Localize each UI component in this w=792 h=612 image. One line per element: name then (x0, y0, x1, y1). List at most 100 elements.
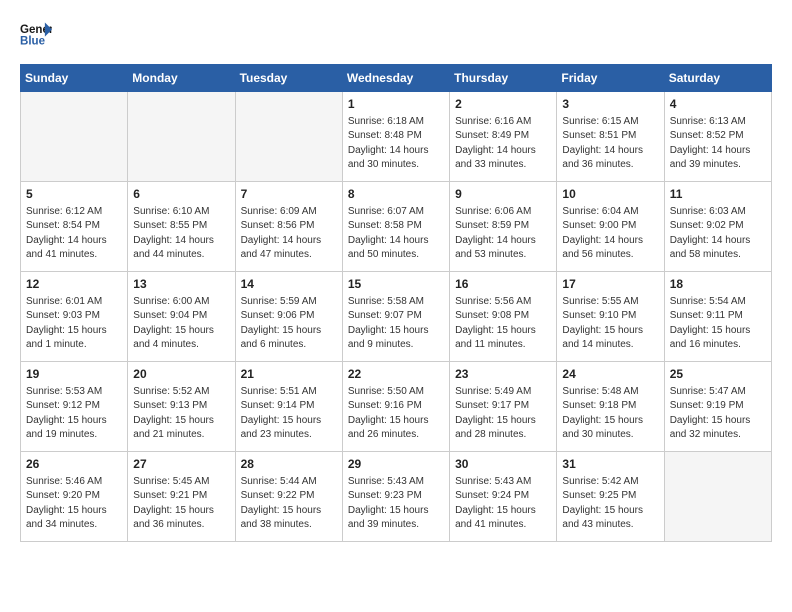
calendar-cell: 20 Sunrise: 5:52 AMSunset: 9:13 PMDayligh… (128, 362, 235, 452)
cell-text: Sunrise: 5:47 AMSunset: 9:19 PMDaylight:… (670, 385, 766, 443)
day-header: Sunday (21, 65, 128, 92)
calendar-week-row: 1 Sunrise: 6:18 AMSunset: 8:48 PMDaylight… (21, 92, 772, 182)
cell-text: Sunrise: 5:55 AMSunset: 9:10 PMDaylight:… (562, 295, 658, 353)
day-number: 14 (241, 276, 337, 293)
day-number: 7 (241, 186, 337, 203)
calendar-cell (664, 452, 771, 542)
cell-text: Sunrise: 6:16 AMSunset: 8:49 PMDaylight:… (455, 115, 551, 173)
calendar-cell: 8Sunrise: 6:07 AMSunset: 8:58 PMDaylight… (342, 182, 449, 272)
day-number: 3 (562, 96, 658, 113)
cell-text: Sunrise: 6:03 AMSunset: 9:02 PMDaylight:… (670, 205, 766, 263)
day-number: 21 (241, 366, 337, 383)
day-number: 27 (133, 456, 229, 473)
calendar-week-row: 19 Sunrise: 5:53 AMSunset: 9:12 PMDayligh… (21, 362, 772, 452)
day-number: 20 (133, 366, 229, 383)
calendar-cell (235, 92, 342, 182)
day-header: Monday (128, 65, 235, 92)
cell-text: Sunrise: 5:50 AMSunset: 9:16 PMDaylight:… (348, 385, 444, 443)
calendar-cell: 14 Sunrise: 5:59 AMSunset: 9:06 PMDayligh… (235, 272, 342, 362)
calendar-cell (128, 92, 235, 182)
cell-text: Sunrise: 5:54 AMSunset: 9:11 PMDaylight:… (670, 295, 766, 353)
cell-text: Sunrise: 5:53 AMSunset: 9:12 PMDaylight:… (26, 385, 122, 443)
day-number: 18 (670, 276, 766, 293)
cell-text: Sunrise: 5:43 AMSunset: 9:24 PMDaylight:… (455, 475, 551, 533)
cell-text: Sunrise: 5:42 AMSunset: 9:25 PMDaylight:… (562, 475, 658, 533)
day-number: 22 (348, 366, 444, 383)
day-number: 26 (26, 456, 122, 473)
day-number: 9 (455, 186, 551, 203)
calendar-cell: 30 Sunrise: 5:43 AMSunset: 9:24 PMDayligh… (450, 452, 557, 542)
cell-text: Sunrise: 6:01 AMSunset: 9:03 PMDaylight:… (26, 295, 122, 353)
cell-text: Sunrise: 5:56 AMSunset: 9:08 PMDaylight:… (455, 295, 551, 353)
calendar-cell: 17 Sunrise: 5:55 AMSunset: 9:10 PMDayligh… (557, 272, 664, 362)
day-number: 5 (26, 186, 122, 203)
calendar-cell: 23 Sunrise: 5:49 AMSunset: 9:17 PMDayligh… (450, 362, 557, 452)
calendar-cell: 21 Sunrise: 5:51 AMSunset: 9:14 PMDayligh… (235, 362, 342, 452)
calendar-cell: 19 Sunrise: 5:53 AMSunset: 9:12 PMDayligh… (21, 362, 128, 452)
cell-text: Sunrise: 6:06 AMSunset: 8:59 PMDaylight:… (455, 205, 551, 263)
calendar-cell: 29 Sunrise: 5:43 AMSunset: 9:23 PMDayligh… (342, 452, 449, 542)
day-number: 2 (455, 96, 551, 113)
page-header: General Blue (20, 20, 772, 48)
cell-text: Sunrise: 6:04 AMSunset: 9:00 PMDaylight:… (562, 205, 658, 263)
cell-text: Sunrise: 5:52 AMSunset: 9:13 PMDaylight:… (133, 385, 229, 443)
cell-text: Sunrise: 5:51 AMSunset: 9:14 PMDaylight:… (241, 385, 337, 443)
day-number: 6 (133, 186, 229, 203)
calendar-cell: 31 Sunrise: 5:42 AMSunset: 9:25 PMDayligh… (557, 452, 664, 542)
calendar-cell: 5 Sunrise: 6:12 AMSunset: 8:54 PMDaylight… (21, 182, 128, 272)
day-number: 30 (455, 456, 551, 473)
day-number: 25 (670, 366, 766, 383)
calendar-cell: 3 Sunrise: 6:15 AMSunset: 8:51 PMDaylight… (557, 92, 664, 182)
cell-text: Sunrise: 6:07 AMSunset: 8:58 PMDaylight:… (348, 205, 444, 263)
calendar-week-row: 26 Sunrise: 5:46 AMSunset: 9:20 PMDayligh… (21, 452, 772, 542)
calendar-cell (21, 92, 128, 182)
calendar-cell: 4 Sunrise: 6:13 AMSunset: 8:52 PMDaylight… (664, 92, 771, 182)
day-header: Wednesday (342, 65, 449, 92)
day-number: 1 (348, 96, 444, 113)
day-number: 31 (562, 456, 658, 473)
day-number: 4 (670, 96, 766, 113)
logo: General Blue (20, 20, 52, 48)
svg-text:Blue: Blue (20, 36, 46, 48)
calendar-header-row: SundayMondayTuesdayWednesdayThursdayFrid… (21, 65, 772, 92)
cell-text: Sunrise: 6:12 AMSunset: 8:54 PMDaylight:… (26, 205, 122, 263)
cell-text: Sunrise: 6:18 AMSunset: 8:48 PMDaylight:… (348, 115, 444, 173)
day-number: 29 (348, 456, 444, 473)
cell-text: Sunrise: 5:49 AMSunset: 9:17 PMDaylight:… (455, 385, 551, 443)
calendar-week-row: 12Sunrise: 6:01 AMSunset: 9:03 PMDayligh… (21, 272, 772, 362)
day-header: Saturday (664, 65, 771, 92)
day-number: 10 (562, 186, 658, 203)
cell-text: Sunrise: 5:46 AMSunset: 9:20 PMDaylight:… (26, 475, 122, 533)
day-number: 19 (26, 366, 122, 383)
cell-text: Sunrise: 5:58 AMSunset: 9:07 PMDaylight:… (348, 295, 444, 353)
cell-text: Sunrise: 6:13 AMSunset: 8:52 PMDaylight:… (670, 115, 766, 173)
cell-text: Sunrise: 6:10 AMSunset: 8:55 PMDaylight:… (133, 205, 229, 263)
day-header: Thursday (450, 65, 557, 92)
cell-text: Sunrise: 5:44 AMSunset: 9:22 PMDaylight:… (241, 475, 337, 533)
calendar-cell: 2 Sunrise: 6:16 AMSunset: 8:49 PMDaylight… (450, 92, 557, 182)
day-number: 13 (133, 276, 229, 293)
cell-text: Sunrise: 5:43 AMSunset: 9:23 PMDaylight:… (348, 475, 444, 533)
calendar-cell: 25 Sunrise: 5:47 AMSunset: 9:19 PMDayligh… (664, 362, 771, 452)
calendar-cell: 10 Sunrise: 6:04 AMSunset: 9:00 PMDayligh… (557, 182, 664, 272)
day-number: 11 (670, 186, 766, 203)
calendar-cell: 11 Sunrise: 6:03 AMSunset: 9:02 PMDayligh… (664, 182, 771, 272)
day-number: 23 (455, 366, 551, 383)
calendar-cell: 7Sunrise: 6:09 AMSunset: 8:56 PMDaylight… (235, 182, 342, 272)
logo-icon: General Blue (20, 20, 52, 48)
calendar-cell: 24Sunrise: 5:48 AMSunset: 9:18 PMDayligh… (557, 362, 664, 452)
calendar-cell: 6 Sunrise: 6:10 AMSunset: 8:55 PMDaylight… (128, 182, 235, 272)
calendar-cell: 9 Sunrise: 6:06 AMSunset: 8:59 PMDaylight… (450, 182, 557, 272)
day-number: 28 (241, 456, 337, 473)
day-number: 24 (562, 366, 658, 383)
day-header: Friday (557, 65, 664, 92)
cell-text: Sunrise: 5:59 AMSunset: 9:06 PMDaylight:… (241, 295, 337, 353)
calendar-cell: 16Sunrise: 5:56 AMSunset: 9:08 PMDayligh… (450, 272, 557, 362)
calendar-table: SundayMondayTuesdayWednesdayThursdayFrid… (20, 64, 772, 542)
calendar-cell: 1 Sunrise: 6:18 AMSunset: 8:48 PMDaylight… (342, 92, 449, 182)
cell-text: Sunrise: 6:15 AMSunset: 8:51 PMDaylight:… (562, 115, 658, 173)
calendar-week-row: 5 Sunrise: 6:12 AMSunset: 8:54 PMDaylight… (21, 182, 772, 272)
cell-text: Sunrise: 6:00 AMSunset: 9:04 PMDaylight:… (133, 295, 229, 353)
day-number: 17 (562, 276, 658, 293)
calendar-cell: 22 Sunrise: 5:50 AMSunset: 9:16 PMDayligh… (342, 362, 449, 452)
